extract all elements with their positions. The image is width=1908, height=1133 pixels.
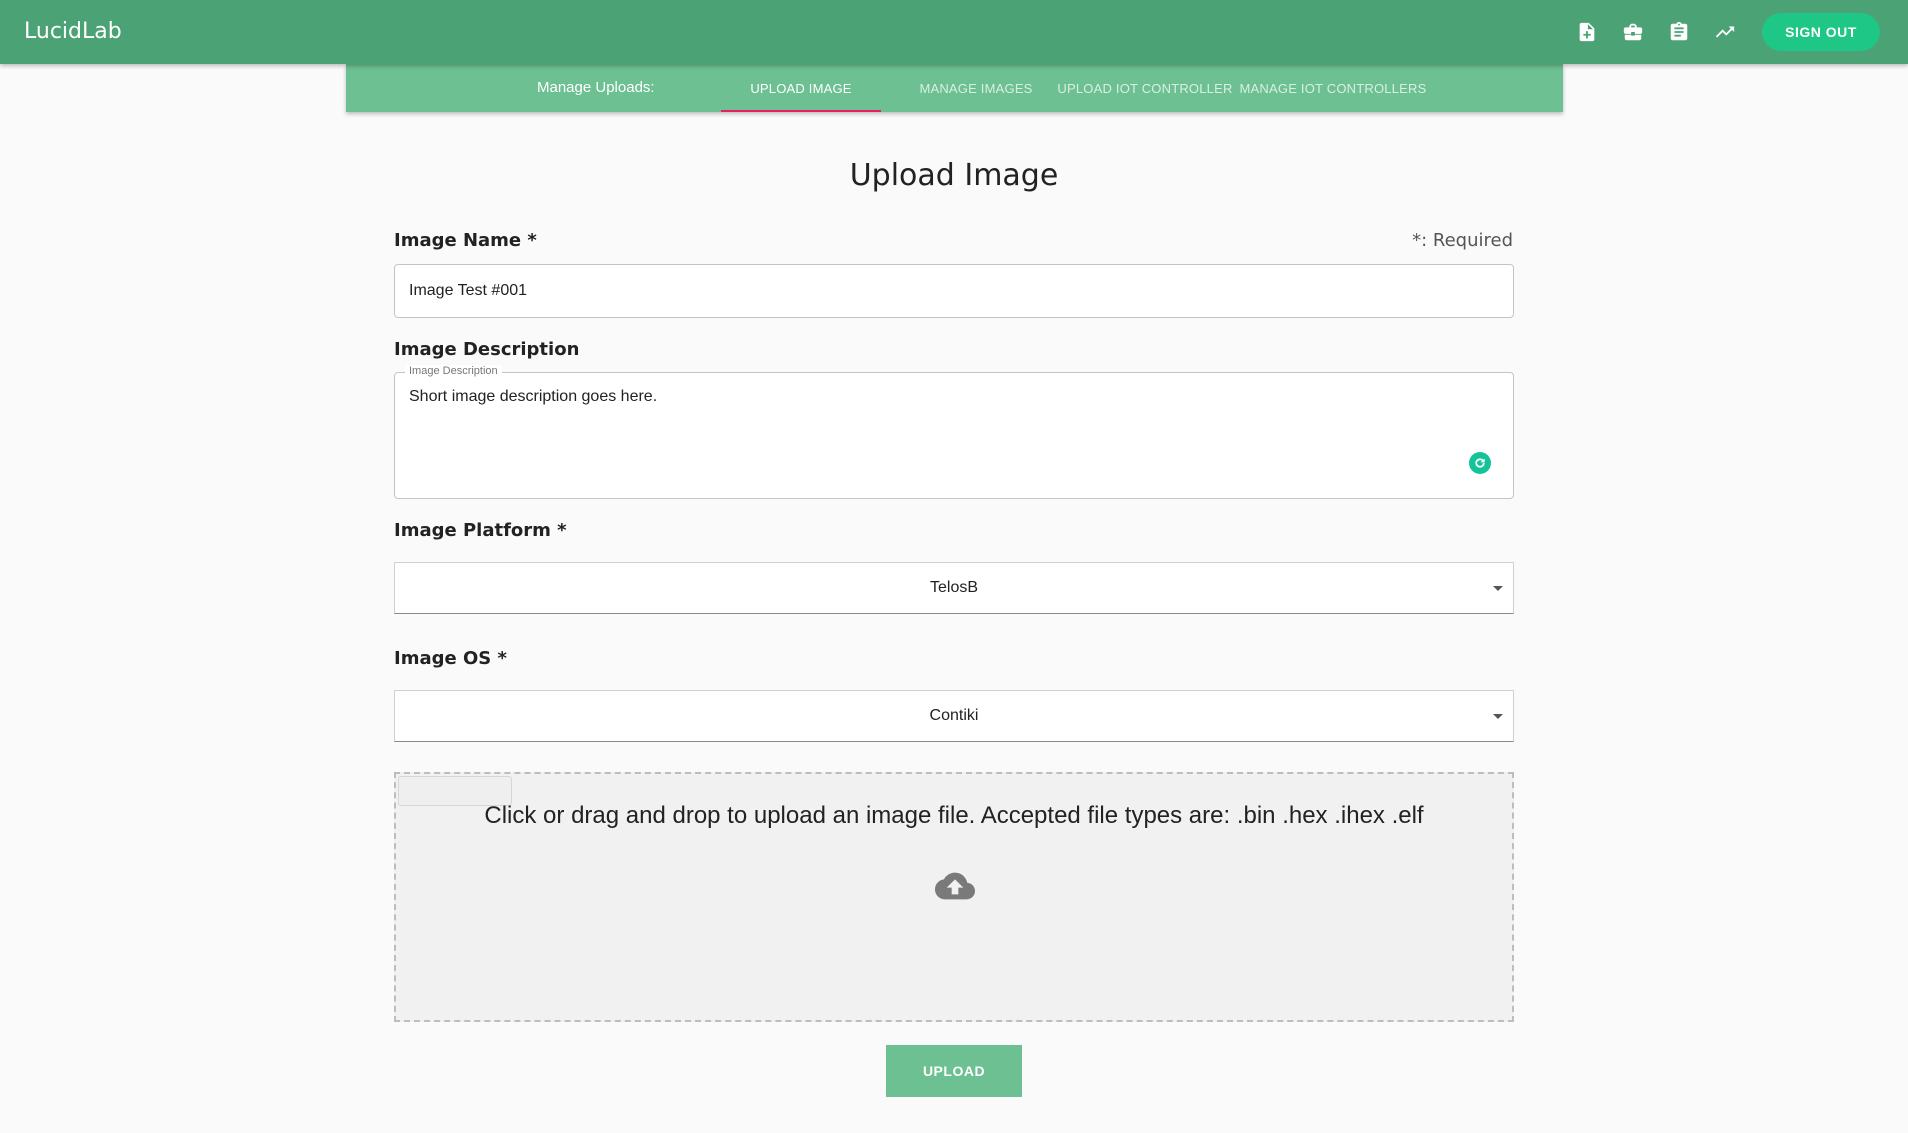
image-description-field: Image Description Short image descriptio… — [394, 365, 1514, 499]
tab-manage-images[interactable]: MANAGE IMAGES — [901, 64, 1051, 112]
tab-upload-iot-controller[interactable]: UPLOAD IOT CONTROLLER — [1052, 64, 1238, 112]
clipboard-icon[interactable] — [1656, 13, 1702, 51]
image-platform-value: TelosB — [929, 579, 979, 596]
image-description-legend: Image Description — [405, 365, 502, 377]
image-os-value: Contiki — [929, 707, 979, 724]
dropzone-text: Click or drag and drop to upload an imag… — [484, 802, 1424, 829]
chevron-down-icon — [1493, 714, 1503, 719]
upload-button[interactable]: UPLOAD — [886, 1045, 1022, 1097]
trending-up-icon[interactable] — [1702, 13, 1748, 51]
cloud-upload-icon — [935, 872, 975, 900]
required-note: *: Required — [1412, 230, 1513, 251]
tab-upload-image[interactable]: UPLOAD IMAGE — [721, 64, 881, 112]
manage-uploads-label: Manage Uploads: — [537, 79, 655, 96]
image-platform-label: Image Platform * — [394, 520, 567, 541]
briefcase-icon[interactable] — [1610, 13, 1656, 51]
sign-out-button[interactable]: SIGN OUT — [1762, 13, 1880, 51]
image-description-label: Image Description — [394, 339, 580, 360]
file-add-icon[interactable] — [1564, 13, 1610, 51]
image-name-label: Image Name * — [394, 230, 537, 251]
image-name-input[interactable] — [395, 265, 1513, 317]
image-os-select[interactable]: Contiki — [394, 690, 1514, 742]
tab-manage-iot-controllers[interactable]: MANAGE IOT CONTROLLERS — [1239, 64, 1427, 112]
app-bar: LucidLab SIGN OUT — [0, 0, 1908, 64]
appbar-actions: SIGN OUT — [1564, 13, 1880, 51]
page-title: Upload Image — [849, 158, 1059, 193]
image-description-input[interactable]: Short image description goes here. — [395, 373, 1513, 473]
image-os-label: Image OS * — [394, 648, 507, 669]
manage-uploads-nav: Manage Uploads: UPLOAD IMAGE MANAGE IMAG… — [346, 64, 1563, 112]
grammarly-icon[interactable] — [1469, 452, 1491, 474]
image-name-field — [394, 264, 1514, 318]
chevron-down-icon — [1493, 586, 1503, 591]
image-platform-select[interactable]: TelosB — [394, 562, 1514, 614]
brand-logo[interactable]: LucidLab — [24, 19, 122, 44]
file-dropzone[interactable]: Click or drag and drop to upload an imag… — [394, 772, 1514, 1022]
